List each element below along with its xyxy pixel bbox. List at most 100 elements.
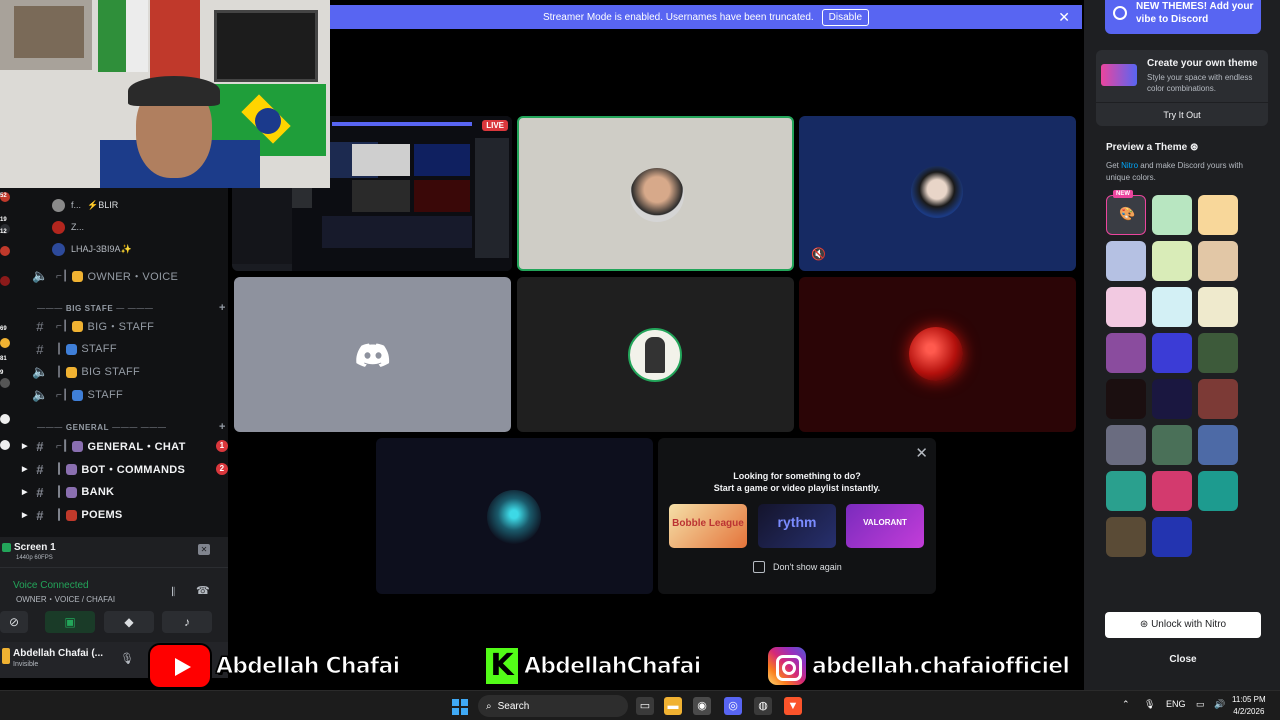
theme-swatch[interactable] (1152, 333, 1192, 373)
theme-swatch[interactable] (1198, 333, 1238, 373)
channel-owner-voice[interactable]: 🔈 ⌐┃ OWNER・VOICE (32, 265, 228, 287)
tree-branch-icon: ┃ (56, 486, 63, 498)
unlock-with-nitro-button[interactable]: ⊛ Unlock with Nitro (1105, 612, 1261, 638)
voice-channel-path[interactable]: OWNER・VOICE / CHAFAI (16, 594, 115, 605)
signal-bars-icon[interactable]: 𝄃 (172, 585, 175, 600)
display-icon[interactable]: ▭ (1196, 699, 1205, 710)
theme-swatch[interactable] (1152, 195, 1192, 235)
brave-app-icon[interactable]: ▼ (784, 697, 802, 715)
close-button[interactable]: Close (1105, 647, 1261, 673)
activity-card-valorant[interactable]: VALORANT (846, 504, 924, 548)
theme-swatch[interactable] (1152, 379, 1192, 419)
chrome-app-icon[interactable]: ◍ (754, 697, 772, 715)
theme-swatch[interactable] (1106, 333, 1146, 373)
disconnect-icon[interactable]: ☎ (196, 584, 210, 597)
nitro-link[interactable]: Nitro (1121, 161, 1138, 170)
participant-tile[interactable] (234, 277, 511, 432)
taskbar-clock[interactable]: 11:05 PM 4/2/2026 (1232, 694, 1266, 718)
category-general[interactable]: ——— GENERAL ——— ——— + (34, 420, 228, 434)
custom-theme-swatch[interactable]: 🎨 (1106, 195, 1146, 235)
voice-user[interactable]: f... ⚡BLIR (52, 196, 118, 214)
participant-tile[interactable]: 🔇 (799, 116, 1076, 271)
nitro-icon: ⊛ (1189, 142, 1199, 153)
language-indicator[interactable]: ENG (1166, 699, 1186, 709)
channel-bot-commands[interactable]: ▶ # ┃ BOT・COMMANDS 2 (22, 458, 228, 480)
theme-swatch[interactable] (1198, 287, 1238, 327)
channel-staff-voice[interactable]: 🔈 ⌐┃ STAFF (32, 384, 228, 406)
speaker-icon[interactable]: 🔊 (1214, 699, 1225, 710)
discord-app-icon[interactable]: ◎ (724, 697, 742, 715)
clock-time: 11:05 PM (1232, 695, 1266, 704)
activities-button[interactable]: ◆ (104, 611, 154, 633)
theme-swatch[interactable] (1198, 195, 1238, 235)
close-icon[interactable]: ✕ (915, 444, 928, 462)
webcam-overlay (0, 0, 330, 188)
channel-bank[interactable]: ▶ # ┃ BANK (22, 481, 228, 503)
participant-tile[interactable] (517, 277, 794, 432)
voice-connected-label[interactable]: Voice Connected (13, 580, 89, 591)
activity-card-bobble-league[interactable]: Bobble League (669, 504, 747, 548)
create-theme-title: Create your own theme (1147, 58, 1258, 69)
microphone-icon[interactable]: 🎙 (120, 652, 134, 665)
theme-swatch[interactable] (1106, 425, 1146, 465)
channel-general-chat[interactable]: ▶ # ⌐┃ GENERAL・CHAT 1 (22, 435, 228, 457)
try-it-out-button[interactable]: Try It Out (1096, 102, 1268, 126)
new-themes-promo[interactable]: NEW THEMES! Add your vibe to Discord (1105, 0, 1261, 34)
theme-swatch[interactable] (1106, 517, 1146, 557)
close-icon[interactable]: ✕ (1058, 9, 1070, 26)
theme-swatch[interactable] (1106, 471, 1146, 511)
server-icon[interactable] (0, 414, 10, 424)
channel-big-staff-voice[interactable]: 🔈 ┃ BIG STAFF (32, 361, 228, 383)
theme-swatch[interactable] (1106, 287, 1146, 327)
task-view-icon[interactable]: ▭ (636, 697, 654, 715)
avatar[interactable] (2, 648, 10, 664)
close-icon[interactable]: ✕ (198, 544, 210, 555)
participant-tile[interactable] (517, 116, 794, 271)
taskbar-search[interactable]: ⌕ Search (478, 695, 628, 717)
add-channel-icon[interactable]: + (219, 421, 226, 433)
theme-swatch[interactable] (1106, 241, 1146, 281)
activity-card-rythm[interactable]: rythm (758, 504, 836, 548)
participant-tile[interactable] (799, 277, 1076, 432)
server-badge: 52 (0, 193, 7, 199)
tray-chevron-icon[interactable]: ⌃ (1122, 699, 1130, 710)
theme-swatch[interactable] (1152, 517, 1192, 557)
theme-swatch[interactable] (1106, 379, 1146, 419)
category-label: BIG STAFE (65, 303, 114, 313)
username[interactable]: Abdellah Chafai (... (13, 648, 103, 659)
file-explorer-icon[interactable]: ▬ (664, 697, 682, 715)
screen-share-button[interactable]: ▣ (45, 611, 95, 633)
add-channel-icon[interactable]: + (219, 302, 226, 314)
camera-off-button[interactable]: ⊘ (0, 611, 28, 633)
theme-swatch[interactable] (1198, 471, 1238, 511)
theme-swatch[interactable] (1152, 241, 1192, 281)
channel-big-staff[interactable]: # ⌐┃ BIG・STAFF (32, 315, 228, 337)
windows-start-icon[interactable] (452, 699, 468, 715)
theme-swatch[interactable] (1152, 471, 1192, 511)
theme-swatch[interactable] (1198, 241, 1238, 281)
unread-indicator: ▶ (22, 443, 28, 450)
tray-mic-icon[interactable]: 🎙 (1144, 699, 1155, 710)
disable-streamer-mode-button[interactable]: Disable (821, 8, 870, 26)
soundboard-button[interactable]: ♪ (162, 611, 212, 633)
theme-swatch[interactable] (1152, 287, 1192, 327)
category-big-stafe[interactable]: ——— BIG STAFE — ——— + (34, 301, 228, 315)
screen-share-title: Screen 1 (14, 542, 56, 553)
channel-poems[interactable]: ▶ # ┃ POEMS (22, 504, 228, 526)
dont-show-again-checkbox[interactable]: Don't show again (753, 561, 842, 573)
theme-swatch[interactable] (1198, 379, 1238, 419)
theme-swatch[interactable] (1198, 425, 1238, 465)
channel-label: BIG STAFF (81, 366, 141, 378)
streamer-mode-banner: Streamer Mode is enabled. Usernames have… (330, 5, 1082, 29)
server-icon[interactable] (0, 440, 10, 450)
channel-staff[interactable]: # ┃ STAFF (32, 338, 228, 360)
server-icon[interactable] (0, 276, 10, 286)
theme-swatch[interactable] (1152, 425, 1192, 465)
voice-user[interactable]: LHAJ-3BI9A✨ (52, 240, 132, 258)
voice-user[interactable]: Z... (52, 218, 84, 236)
participant-tile[interactable] (376, 438, 653, 594)
server-icon[interactable] (0, 338, 10, 348)
server-icon[interactable] (0, 378, 10, 388)
camera-app-icon[interactable]: ◉ (693, 697, 711, 715)
server-icon[interactable] (0, 246, 10, 256)
